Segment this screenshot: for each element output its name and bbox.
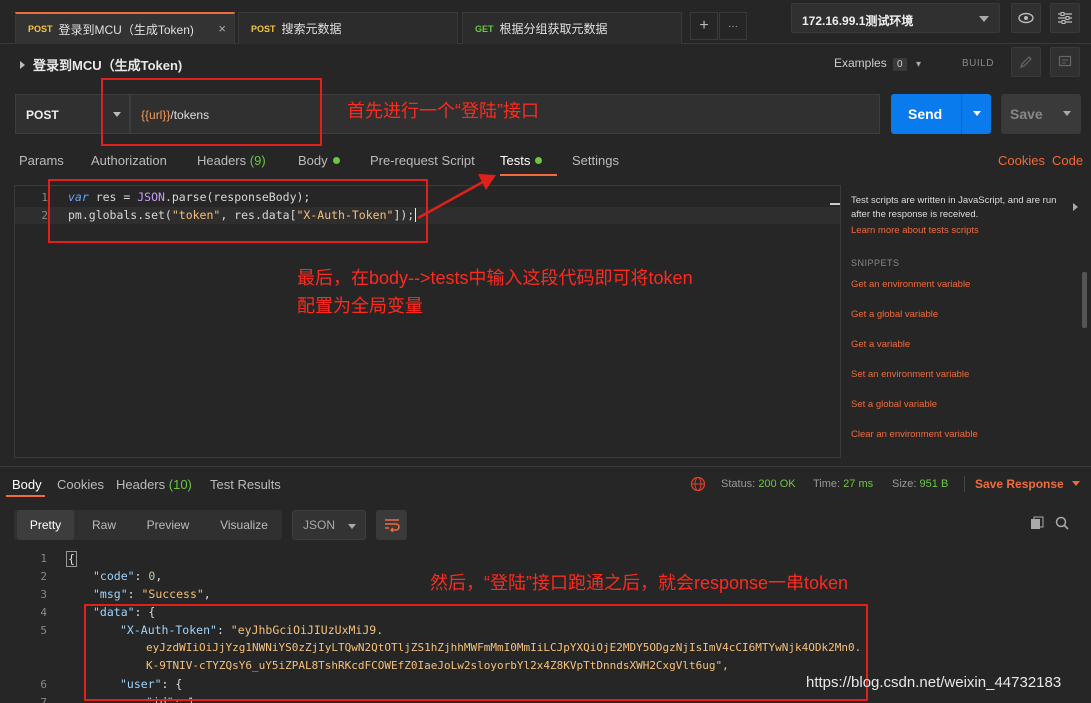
- json-value: "Success": [141, 587, 204, 601]
- annotation-text: 然后，“登陆”接口跑通之后，就会response一串token: [430, 573, 849, 593]
- annotation-text: 最后，在body-->tests中输入这段代码即可将token: [297, 268, 693, 288]
- json-brace: {: [66, 551, 77, 567]
- annotation-text: 首先进行一个“登陆”接口: [347, 101, 539, 121]
- watermark: https://blog.csdn.net/weixin_44732183: [806, 674, 1062, 691]
- annotation-box-code: [48, 179, 428, 243]
- json-line: "code": 0,: [93, 569, 163, 583]
- json-key: "code": [93, 569, 135, 583]
- json-value: 0: [148, 569, 156, 583]
- annotation-text: 配置为全局变量: [297, 296, 423, 316]
- annotation-arrow-icon: [417, 174, 496, 220]
- annotation-box-token: [84, 604, 868, 701]
- json-line: "msg": "Success",: [93, 587, 211, 601]
- annotation-box-url: [101, 78, 322, 146]
- json-key: "msg": [93, 587, 128, 601]
